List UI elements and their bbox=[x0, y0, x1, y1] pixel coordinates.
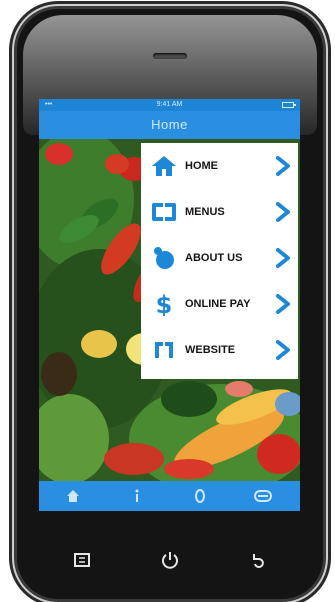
hardware-back-button[interactable] bbox=[243, 547, 273, 573]
menu-label-online-pay: ONLINE PAY bbox=[185, 298, 251, 310]
side-menu: HOME MENUS ABOUT US $ ONLINE PAY WEBSITE bbox=[141, 143, 298, 379]
chevron-right-icon bbox=[274, 202, 292, 222]
menu-label-about-us: ABOUT US bbox=[185, 252, 243, 264]
hardware-menu-button[interactable] bbox=[67, 547, 97, 573]
page-title: Home bbox=[151, 117, 188, 132]
info-tab-icon bbox=[135, 489, 139, 502]
tab-bar bbox=[39, 481, 300, 511]
phone-screen: ••• 9:41 AM Home HOME MENUS ABOUT US $ O… bbox=[39, 99, 300, 511]
phone-speaker bbox=[153, 53, 187, 59]
tab-info[interactable] bbox=[111, 481, 163, 511]
status-bar: ••• 9:41 AM bbox=[39, 99, 300, 111]
svg-text:$: $ bbox=[156, 292, 173, 316]
tab-location[interactable] bbox=[174, 481, 226, 511]
menu-label-home: HOME bbox=[185, 160, 218, 172]
menus-icon bbox=[151, 200, 177, 224]
home-icon bbox=[151, 154, 177, 178]
dollar-icon: $ bbox=[151, 291, 177, 319]
menu-item-online-pay[interactable]: $ ONLINE PAY bbox=[141, 281, 298, 327]
menu-hardware-icon bbox=[74, 553, 90, 567]
location-tab-icon bbox=[195, 489, 205, 503]
status-time: 9:41 AM bbox=[156, 101, 183, 108]
message-tab-icon bbox=[254, 490, 272, 502]
website-icon bbox=[151, 338, 177, 362]
about-icon bbox=[151, 246, 177, 270]
chevron-right-icon bbox=[274, 340, 292, 360]
menu-item-website[interactable]: WEBSITE bbox=[141, 327, 298, 373]
chevron-right-icon bbox=[274, 294, 292, 314]
battery-icon bbox=[282, 102, 296, 108]
tab-message[interactable] bbox=[237, 481, 289, 511]
menu-label-menus: MENUS bbox=[185, 206, 225, 218]
back-icon bbox=[253, 554, 264, 568]
chevron-right-icon bbox=[274, 156, 292, 176]
menu-item-home[interactable]: HOME bbox=[141, 143, 298, 189]
chevron-right-icon bbox=[274, 248, 292, 268]
phone-device: ••• 9:41 AM Home HOME MENUS ABOUT US $ O… bbox=[14, 6, 326, 602]
tab-home[interactable] bbox=[47, 481, 99, 511]
menu-item-about-us[interactable]: ABOUT US bbox=[141, 235, 298, 281]
menu-label-website: WEBSITE bbox=[185, 344, 236, 356]
nav-bar: Home bbox=[39, 111, 300, 139]
power-icon bbox=[162, 552, 178, 569]
hardware-power-button[interactable] bbox=[155, 547, 185, 573]
home-tab-icon bbox=[67, 490, 79, 502]
menu-item-menus[interactable]: MENUS bbox=[141, 189, 298, 235]
